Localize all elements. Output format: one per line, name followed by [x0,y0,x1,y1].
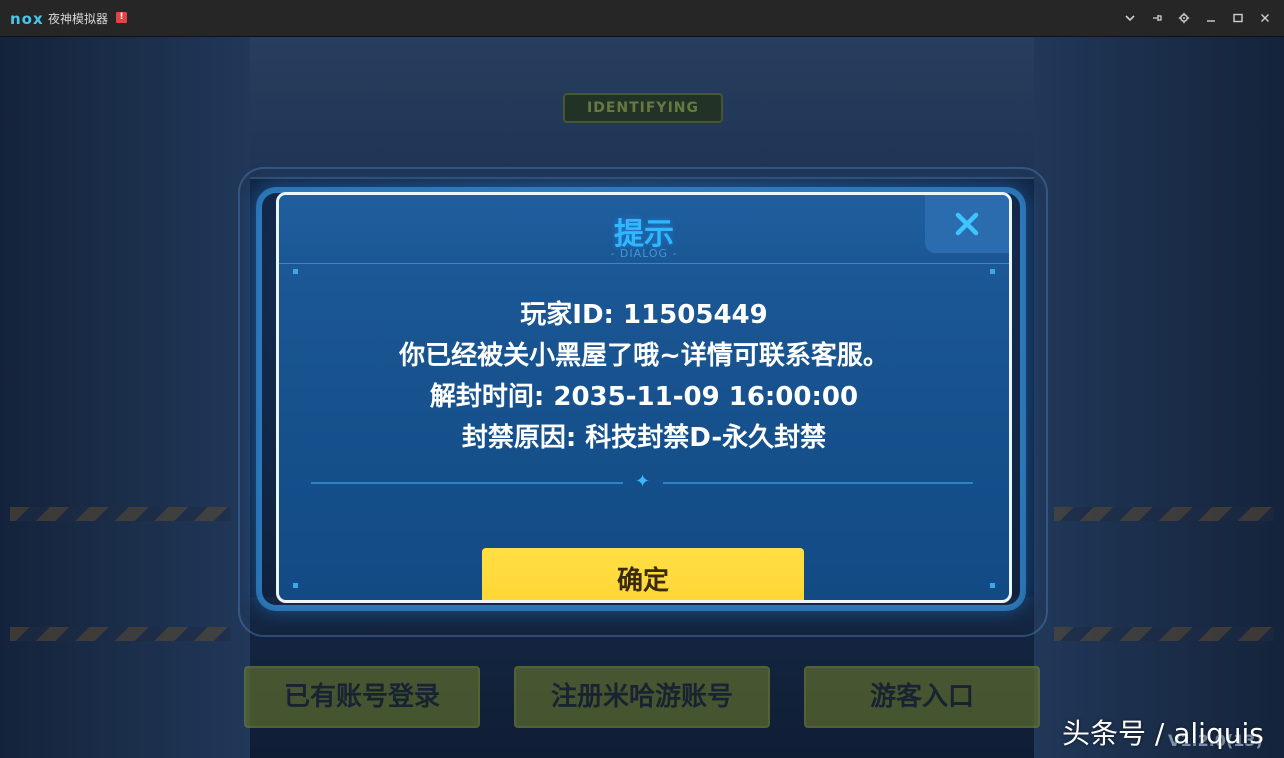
ban-message-line: 你已经被关小黑屋了哦~详情可联系客服。 [399,341,889,371]
corner-marker [293,583,298,588]
corner-marker [990,583,995,588]
login-existing-account-button[interactable]: 已有账号登录 [244,666,480,728]
player-id-line: 玩家ID: 11505449 [520,300,768,330]
ban-reason-line: 封禁原因: 科技封禁D-永久封禁 [461,423,827,453]
window-controls [1116,8,1278,28]
chevron-down-icon[interactable] [1116,8,1143,28]
dialog-close-button[interactable] [925,195,1009,253]
register-account-button[interactable]: 注册米哈游账号 [514,666,770,728]
confirm-button[interactable]: 确定 [482,548,804,600]
unban-time-line: 解封时间: 2035-11-09 16:00:00 [429,382,859,412]
corner-marker [990,269,995,274]
emulator-titlebar: nox 夜神模拟器 ! [0,0,1284,37]
dialog-subtitle: - DIALOG - [610,247,678,260]
corner-marker [293,269,298,274]
divider-left [311,482,623,484]
pin-icon[interactable] [1143,8,1170,28]
game-viewport: IDENTIFYING 已有账号登录 注册米哈游账号 游客入口 V1.2.0(1… [0,37,1284,758]
watermark: 头条号 / aliquis [1062,717,1264,750]
maximize-icon[interactable] [1224,8,1251,28]
ban-notice-dialog: 提示 - DIALOG - 玩家ID: 11505449 你已经被关小黑屋了哦~… [276,192,1012,603]
nox-logo: nox [10,10,44,28]
warning-badge[interactable]: ! [116,12,127,23]
gear-icon[interactable] [1170,8,1197,28]
close-icon [955,212,979,236]
guest-entry-button[interactable]: 游客入口 [804,666,1040,728]
window-title: 夜神模拟器 [48,12,109,26]
divider-right [663,482,973,484]
close-icon[interactable] [1251,8,1278,28]
star-divider-icon: ✦ [635,471,651,492]
minimize-icon[interactable] [1197,8,1224,28]
dialog-header: 提示 - DIALOG - [279,195,1009,264]
dialog-message: 玩家ID: 11505449 你已经被关小黑屋了哦~详情可联系客服。 解封时间:… [279,295,1009,459]
